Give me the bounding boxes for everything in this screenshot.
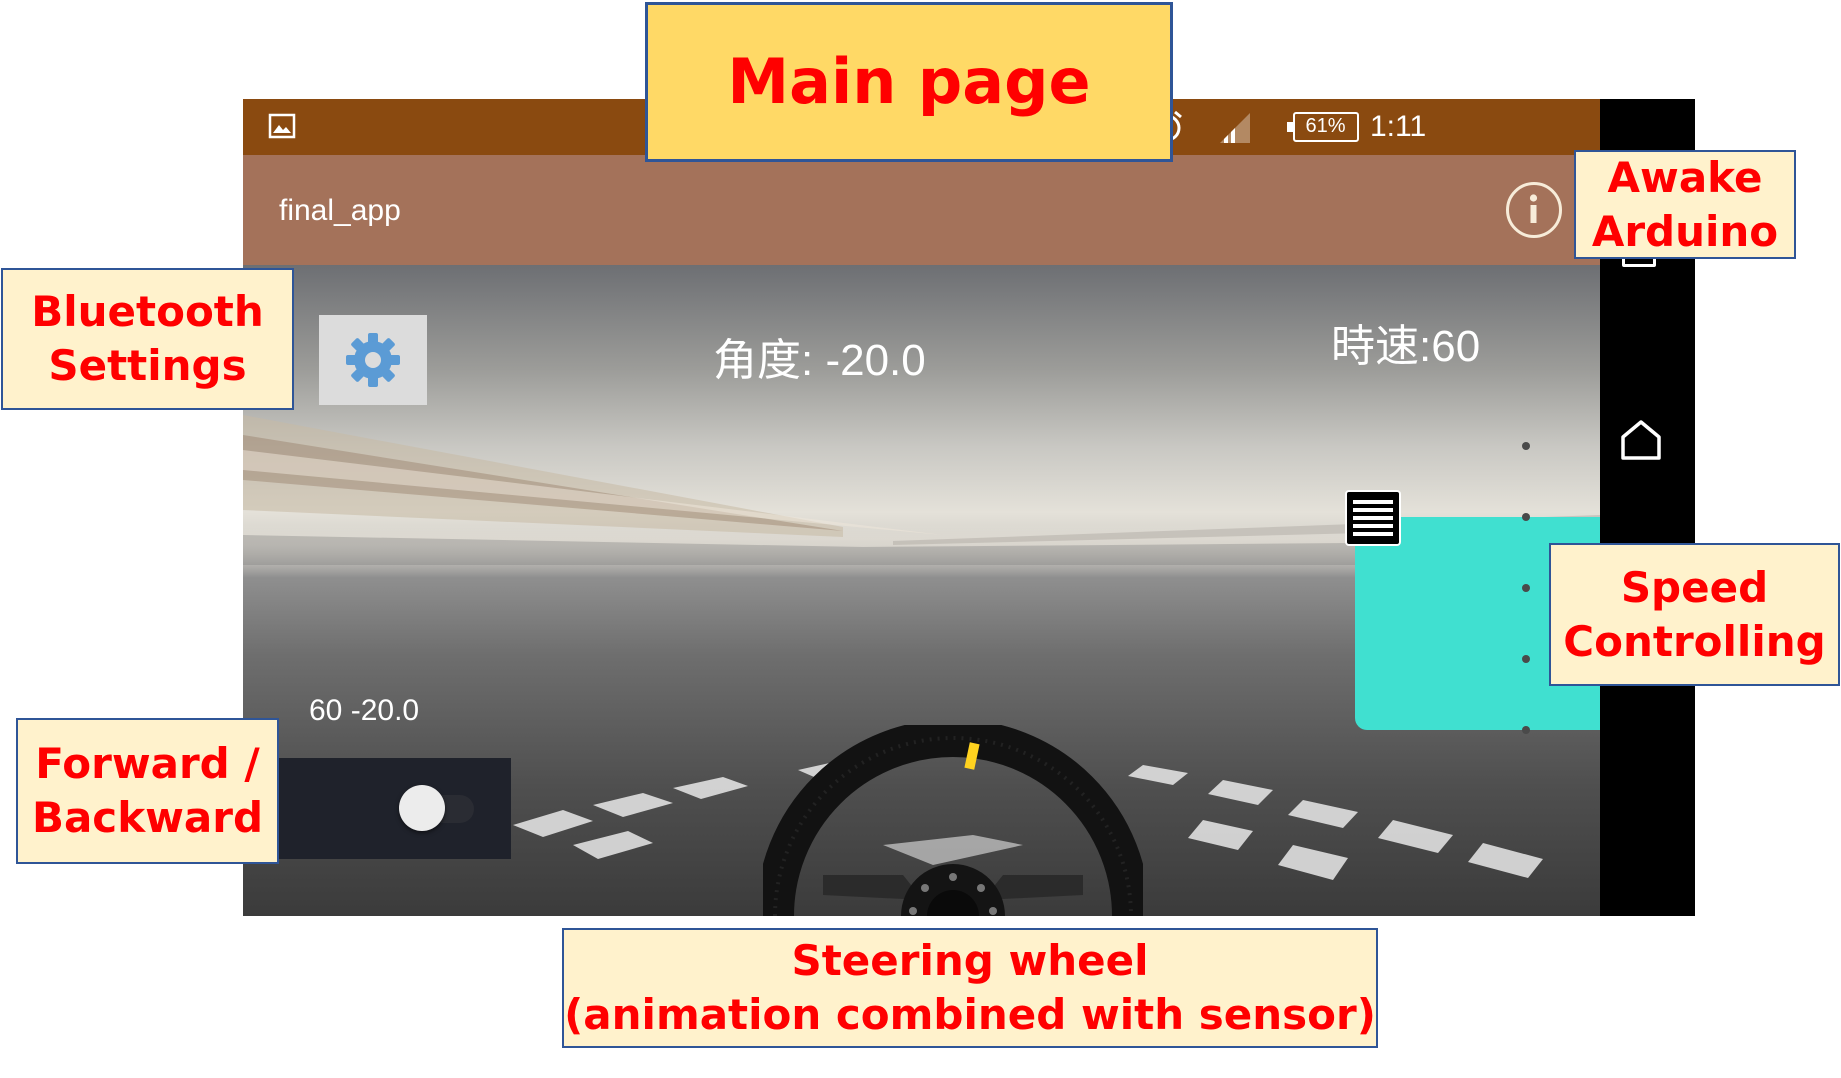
speed-stop-dot xyxy=(1522,584,1530,592)
app-bar: final_app xyxy=(243,155,1600,265)
speed-stop-dot xyxy=(1522,442,1530,450)
main-page-callout: Main page xyxy=(645,2,1173,162)
info-icon xyxy=(1529,194,1538,223)
forward-backward-switch[interactable] xyxy=(279,758,511,859)
steering-wheel[interactable] xyxy=(763,725,1143,916)
forward-backward-callout: Forward / Backward xyxy=(16,718,279,864)
speed-stop-dot xyxy=(1522,655,1530,663)
speed-stop-dot xyxy=(1522,513,1530,521)
phone-screen: 61% 1:11 final_app 角度: -20.0 時速:60 60 -2… xyxy=(243,99,1695,916)
status-clock: 1:11 xyxy=(1370,110,1427,143)
switch-thumb[interactable] xyxy=(399,785,445,831)
gear-icon xyxy=(346,333,400,387)
bluetooth-settings-button[interactable] xyxy=(319,315,427,405)
info-button[interactable] xyxy=(1506,182,1562,238)
speed-stop-dot xyxy=(1522,726,1530,734)
menu-lines-icon xyxy=(1353,500,1393,536)
battery-icon: 61% xyxy=(1287,112,1359,142)
image-icon xyxy=(268,113,296,139)
bluetooth-settings-callout: Bluetooth Settings xyxy=(1,268,294,410)
speed-readout: 時速:60 xyxy=(1331,322,1481,371)
debug-values: 60 -20.0 xyxy=(309,694,420,727)
angle-readout: 角度: -20.0 xyxy=(713,336,926,385)
speed-controlling-callout: Speed Controlling xyxy=(1549,543,1840,686)
signal-icon xyxy=(1220,113,1250,143)
awake-arduino-callout: Awake Arduino xyxy=(1574,150,1796,259)
speed-slider-handle[interactable] xyxy=(1345,490,1401,546)
battery-percent: 61% xyxy=(1305,115,1346,137)
racetrack-background: 角度: -20.0 時速:60 60 -20.0 xyxy=(243,265,1600,916)
home-icon[interactable] xyxy=(1619,419,1663,461)
steering-wheel-callout: Steering wheel (animation combined with … xyxy=(562,928,1378,1048)
app-title: final_app xyxy=(279,194,401,227)
